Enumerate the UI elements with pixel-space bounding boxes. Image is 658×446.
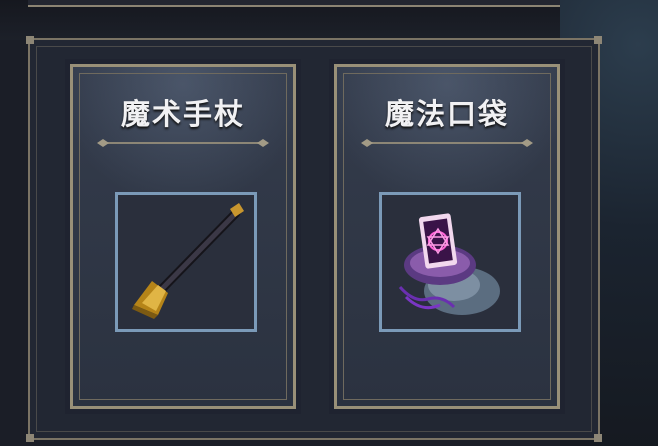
item-card-magic-wand[interactable]: 魔术手杖 <box>65 59 301 414</box>
top-frame-edge <box>28 0 602 7</box>
panel-corner-ornament <box>26 434 34 442</box>
magic-wand-icon <box>132 203 244 319</box>
item-card-magic-bag[interactable]: 魔法口袋 <box>329 59 565 414</box>
title-divider <box>361 139 533 147</box>
title-divider <box>97 139 269 147</box>
item-title: 魔术手杖 <box>120 97 245 131</box>
panel-corner-ornament <box>26 36 34 44</box>
panel-corner-ornament <box>594 434 602 442</box>
magic-bag-icon <box>398 213 500 315</box>
panel-corner-ornament <box>594 36 602 44</box>
item-icon-frame <box>115 192 257 332</box>
item-title: 魔法口袋 <box>384 97 509 131</box>
item-icon-frame <box>379 192 521 332</box>
